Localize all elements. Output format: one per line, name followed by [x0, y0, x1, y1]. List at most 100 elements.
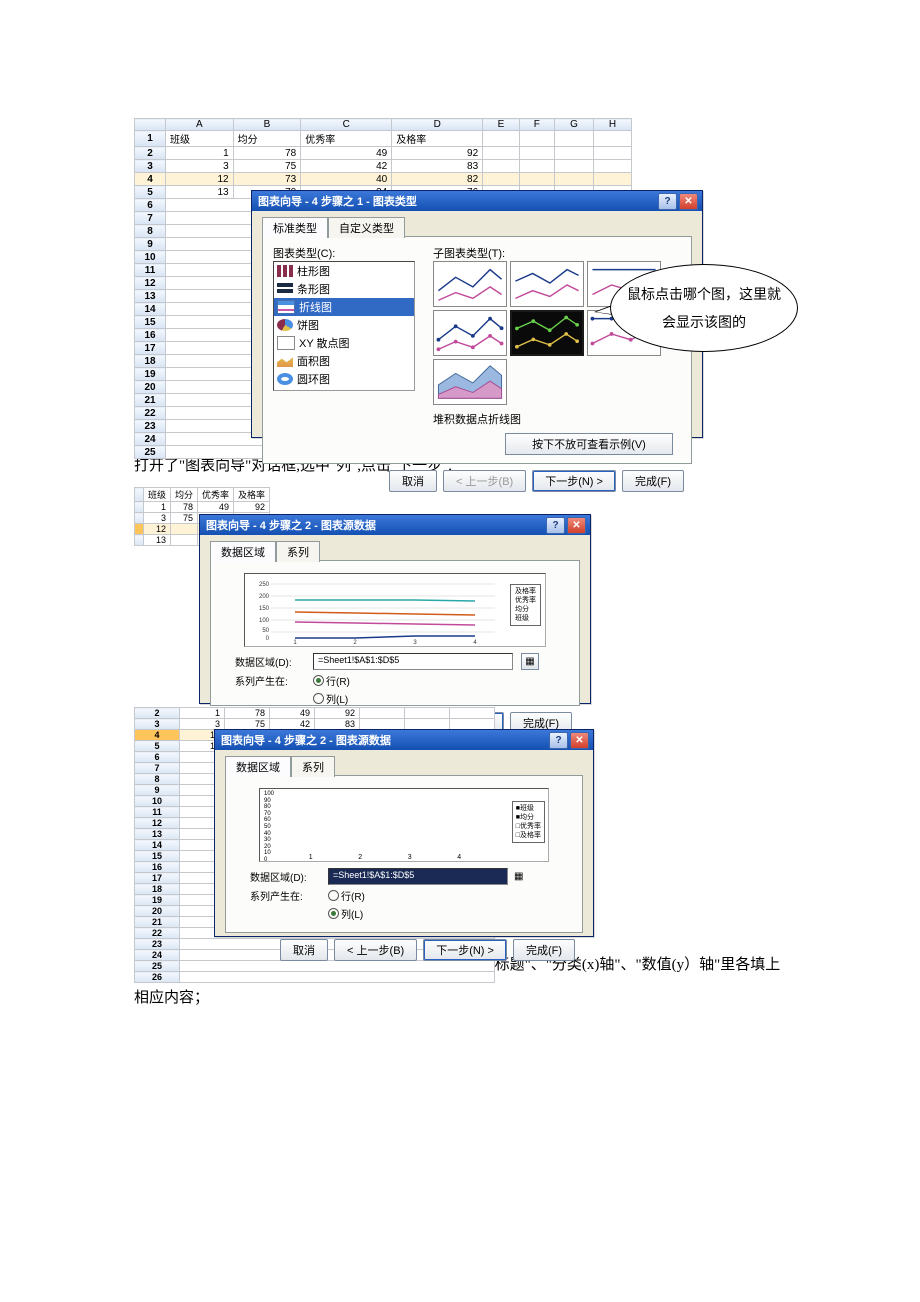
- cell[interactable]: [360, 708, 405, 719]
- row-5[interactable]: 5: [135, 741, 180, 752]
- subtype-thumb[interactable]: [433, 359, 507, 405]
- row-20[interactable]: 20: [135, 381, 166, 394]
- list-item[interactable]: 面积图: [274, 352, 414, 370]
- row-11[interactable]: 11: [135, 807, 180, 818]
- col-F[interactable]: F: [519, 119, 554, 131]
- cell[interactable]: 78: [225, 708, 270, 719]
- cell[interactable]: 及格率: [392, 131, 483, 147]
- list-item[interactable]: 雷达图: [274, 388, 414, 391]
- row-19[interactable]: 19: [135, 895, 180, 906]
- cell[interactable]: [519, 160, 554, 173]
- radio-rows[interactable]: 行(R): [328, 888, 365, 903]
- row-26[interactable]: 26: [135, 972, 180, 983]
- cell[interactable]: 78: [233, 147, 301, 160]
- cell[interactable]: 42: [301, 160, 392, 173]
- row-head[interactable]: [135, 488, 144, 502]
- cell[interactable]: 1: [144, 502, 171, 513]
- subtype-thumb-selected[interactable]: [510, 310, 584, 356]
- cell[interactable]: [519, 173, 554, 186]
- cell[interactable]: [554, 131, 593, 147]
- tab-data-range[interactable]: 数据区域: [225, 756, 291, 777]
- cell[interactable]: [554, 173, 593, 186]
- row-23[interactable]: 23: [135, 420, 166, 433]
- finish-button[interactable]: 完成(F): [622, 470, 684, 492]
- cell[interactable]: 83: [392, 160, 483, 173]
- cell[interactable]: 1: [180, 708, 225, 719]
- cell[interactable]: [519, 147, 554, 160]
- cell[interactable]: [483, 147, 520, 160]
- row-7[interactable]: 7: [135, 212, 166, 225]
- row-1[interactable]: 1: [135, 131, 166, 147]
- row-23[interactable]: 23: [135, 939, 180, 950]
- tab-series[interactable]: 系列: [276, 541, 320, 562]
- row-10[interactable]: 10: [135, 796, 180, 807]
- cell[interactable]: [594, 131, 632, 147]
- cell[interactable]: [171, 535, 198, 546]
- row-2[interactable]: 2: [135, 147, 166, 160]
- row-2[interactable]: 2: [135, 708, 180, 719]
- cell[interactable]: [450, 708, 495, 719]
- col-A[interactable]: A: [166, 119, 234, 131]
- row-5[interactable]: 5: [135, 186, 166, 199]
- row-17[interactable]: 17: [135, 873, 180, 884]
- cell[interactable]: 49: [270, 708, 315, 719]
- row-head[interactable]: [135, 513, 144, 524]
- row-22[interactable]: 22: [135, 928, 180, 939]
- col-B[interactable]: B: [233, 119, 301, 131]
- row-10[interactable]: 10: [135, 251, 166, 264]
- row-19[interactable]: 19: [135, 368, 166, 381]
- close-button[interactable]: ✕: [567, 517, 586, 534]
- cell[interactable]: 及格率: [234, 488, 270, 502]
- close-button[interactable]: ✕: [570, 732, 589, 749]
- data-range-input[interactable]: =Sheet1!$A$1:$D$5: [328, 868, 508, 885]
- press-hold-sample-button[interactable]: 按下不放可查看示例(V): [505, 433, 673, 455]
- cell[interactable]: 42: [270, 719, 315, 730]
- next-button[interactable]: 下一步(N) >: [423, 939, 507, 961]
- col-C[interactable]: C: [301, 119, 392, 131]
- cell[interactable]: [554, 160, 593, 173]
- cell[interactable]: 优秀率: [198, 488, 234, 502]
- row-24[interactable]: 24: [135, 433, 166, 446]
- row-4[interactable]: 4: [135, 173, 166, 186]
- row-22[interactable]: 22: [135, 407, 166, 420]
- help-button[interactable]: ?: [658, 193, 677, 210]
- range-picker-button[interactable]: ▦: [514, 871, 523, 882]
- row-25[interactable]: 25: [135, 446, 166, 459]
- cell[interactable]: 1: [166, 147, 234, 160]
- row-16[interactable]: 16: [135, 862, 180, 873]
- row-11[interactable]: 11: [135, 264, 166, 277]
- cell[interactable]: [171, 524, 198, 535]
- cell[interactable]: 13: [144, 535, 171, 546]
- row-13[interactable]: 13: [135, 290, 166, 303]
- cell[interactable]: 92: [392, 147, 483, 160]
- cell[interactable]: 3: [144, 513, 171, 524]
- cell[interactable]: 优秀率: [301, 131, 392, 147]
- row-9[interactable]: 9: [135, 785, 180, 796]
- cell[interactable]: 75: [225, 719, 270, 730]
- subtype-thumb[interactable]: [433, 261, 507, 307]
- cancel-button[interactable]: 取消: [280, 939, 328, 961]
- cell[interactable]: 12: [144, 524, 171, 535]
- row-14[interactable]: 14: [135, 840, 180, 851]
- row-16[interactable]: 16: [135, 329, 166, 342]
- cell[interactable]: [483, 160, 520, 173]
- cell[interactable]: [360, 719, 405, 730]
- row-15[interactable]: 15: [135, 851, 180, 862]
- cell[interactable]: [594, 160, 632, 173]
- cell[interactable]: [519, 131, 554, 147]
- cell[interactable]: [594, 173, 632, 186]
- row-18[interactable]: 18: [135, 884, 180, 895]
- cell[interactable]: 均分: [171, 488, 198, 502]
- dialog-titlebar[interactable]: 图表向导 - 4 步骤之 1 - 图表类型 ? ✕: [252, 191, 702, 211]
- cell[interactable]: 49: [301, 147, 392, 160]
- row-15[interactable]: 15: [135, 316, 166, 329]
- col-H[interactable]: H: [594, 119, 632, 131]
- cell[interactable]: [483, 173, 520, 186]
- cell[interactable]: 13: [166, 186, 234, 199]
- row-6[interactable]: 6: [135, 752, 180, 763]
- cell[interactable]: [594, 147, 632, 160]
- row-24[interactable]: 24: [135, 950, 180, 961]
- tab-series[interactable]: 系列: [291, 756, 335, 777]
- cell[interactable]: 92: [315, 708, 360, 719]
- row-8[interactable]: 8: [135, 225, 166, 238]
